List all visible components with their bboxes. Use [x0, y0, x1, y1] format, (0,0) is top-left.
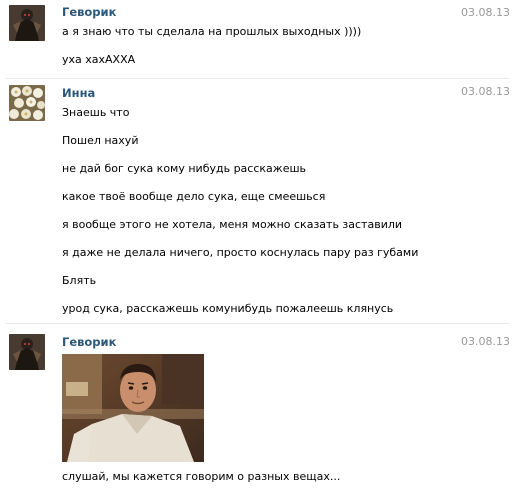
message-group: Инна 03.08.13 Знаешь что Пошел нахуй не …: [0, 79, 515, 323]
message-text: я даже не делала ничего, просто коснулас…: [62, 246, 419, 259]
user-avatar[interactable]: [9, 85, 45, 121]
message-text: Пошел нахуй: [62, 134, 139, 147]
message-text: слушай, мы кажется говорим о разных веща…: [62, 470, 341, 483]
message-author[interactable]: Инна: [62, 86, 95, 100]
message-text: не дай бог сука кому нибудь расскажешь: [62, 162, 307, 175]
message-group: Геворик 03.08.13 а я знаю что ты сделала…: [0, 0, 515, 78]
message-author[interactable]: Геворик: [62, 5, 116, 19]
message-text: какое твоё вообще дело сука, еще смеешьс…: [62, 190, 326, 203]
message-text: я вообще этого не хотела, меня можно ска…: [62, 218, 403, 231]
message-text: урод сука, расскажешь комунибудь пожалее…: [62, 302, 394, 315]
message-date: 03.08.13: [461, 335, 510, 348]
message-text: Блять: [62, 274, 97, 287]
dark-armored-warrior-avatar: [9, 5, 45, 41]
message-date: 03.08.13: [461, 6, 510, 19]
message-author[interactable]: Геворик: [62, 335, 116, 349]
message-text: уха хахАХХА: [62, 53, 136, 66]
user-avatar[interactable]: [9, 5, 45, 41]
photo-of-confused-man: [62, 354, 204, 462]
message-text: а я знаю что ты сделала на прошлых выход…: [62, 25, 362, 38]
message-date: 03.08.13: [461, 85, 510, 98]
white-flowers-avatar: [9, 85, 45, 121]
photo-attachment[interactable]: [62, 354, 204, 462]
user-avatar[interactable]: [9, 334, 45, 370]
dark-armored-warrior-avatar: [9, 334, 45, 370]
message-text: Знаешь что: [62, 106, 130, 119]
message-group: Геворик 03.08.13 слушай, мы кажется гово…: [0, 324, 515, 498]
